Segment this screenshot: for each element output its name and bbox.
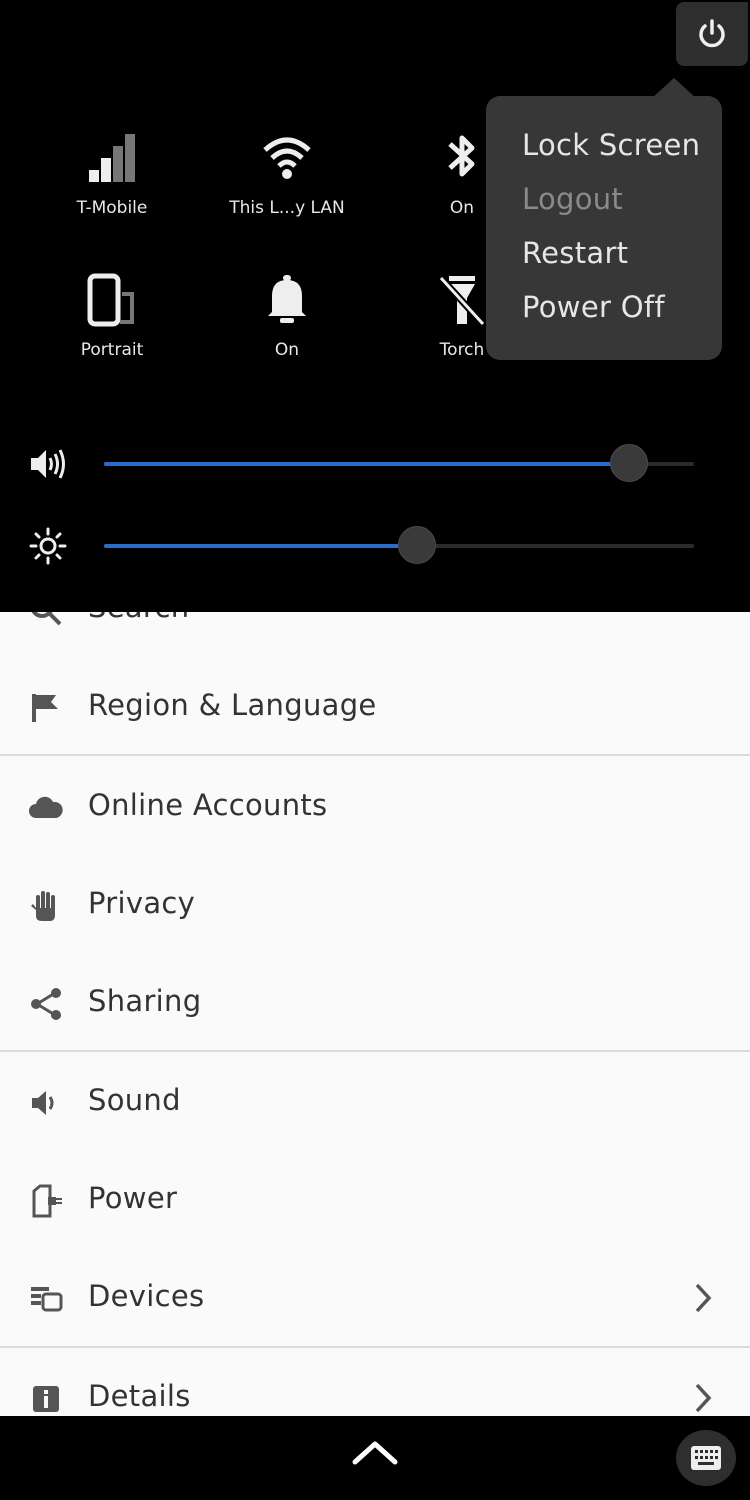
- chevron-right-icon: [695, 1383, 712, 1413]
- settings-item-label: Power: [88, 1181, 178, 1215]
- tile-cellular[interactable]: T-Mobile: [22, 130, 202, 250]
- volume-slider-fill: [104, 462, 629, 466]
- torch-icon: [438, 275, 486, 327]
- divider: [0, 1346, 750, 1348]
- power-menu: Lock Screen Logout Restart Power Off: [486, 96, 722, 360]
- power-icon: [699, 19, 725, 48]
- tile-label: Portrait: [80, 340, 144, 360]
- share-icon: [31, 988, 61, 1020]
- settings-item-label: Privacy: [88, 886, 196, 920]
- settings-item-region-language[interactable]: Region & Language: [0, 658, 750, 756]
- tile-wifi[interactable]: This L...y LAN: [197, 130, 377, 250]
- power-menu-arrow: [652, 78, 696, 98]
- settings-item-power[interactable]: Power: [0, 1151, 750, 1249]
- flag-icon: [32, 694, 58, 722]
- settings-item-sound[interactable]: Sound: [0, 1053, 750, 1151]
- volume-slider-handle[interactable]: [610, 444, 648, 482]
- settings-item-label: Devices: [88, 1279, 205, 1313]
- brightness-icon: [29, 527, 67, 565]
- settings-item-label: Online Accounts: [88, 788, 328, 822]
- settings-list: Search Region & Language Online Accounts…: [0, 580, 750, 1420]
- bell-icon: [268, 275, 306, 323]
- speaker-icon: [31, 449, 65, 479]
- top-panel: T-Mobile This L...y LAN On Portrait On T…: [0, 0, 750, 612]
- settings-item-sharing[interactable]: Sharing: [0, 954, 750, 1052]
- divider: [0, 754, 750, 756]
- bottom-bar: [0, 1416, 750, 1500]
- bluetooth-icon: [448, 135, 475, 177]
- speaker-icon: [32, 1091, 54, 1115]
- brightness-slider[interactable]: [104, 526, 694, 564]
- brightness-slider-fill: [104, 544, 417, 548]
- menu-item-power-off[interactable]: Power Off: [522, 290, 665, 324]
- settings-item-label: Details: [88, 1379, 191, 1413]
- menu-item-restart[interactable]: Restart: [522, 236, 628, 270]
- info-icon: [33, 1386, 59, 1412]
- chevron-right-icon: [695, 1283, 712, 1313]
- menu-item-lock-screen[interactable]: Lock Screen: [522, 128, 700, 162]
- settings-item-label: Sharing: [88, 984, 202, 1018]
- tile-notifications[interactable]: On: [197, 272, 377, 392]
- divider: [0, 1050, 750, 1052]
- settings-item-label: Sound: [88, 1083, 181, 1117]
- cellular-signal-icon: [89, 134, 135, 182]
- volume-slider[interactable]: [104, 444, 694, 482]
- devices-icon: [31, 1287, 63, 1312]
- cloud-icon: [29, 796, 63, 818]
- rotation-icon: [87, 273, 134, 327]
- menu-item-logout: Logout: [522, 182, 624, 216]
- keyboard-icon: [691, 1446, 721, 1470]
- chevron-up-icon[interactable]: [350, 1438, 400, 1468]
- power-plug-icon: [32, 1184, 62, 1218]
- power-button[interactable]: [676, 2, 748, 66]
- settings-item-privacy[interactable]: Privacy: [0, 856, 750, 954]
- tile-label: T-Mobile: [76, 198, 148, 218]
- settings-item-label: Region & Language: [88, 688, 377, 722]
- settings-item-devices[interactable]: Devices: [0, 1249, 750, 1347]
- settings-item-online-accounts[interactable]: Online Accounts: [0, 758, 750, 856]
- keyboard-button[interactable]: [676, 1430, 736, 1486]
- tile-label: On: [274, 340, 300, 360]
- hand-icon: [31, 891, 55, 921]
- brightness-slider-handle[interactable]: [398, 526, 436, 564]
- wifi-icon: [263, 137, 311, 179]
- tile-rotation[interactable]: Portrait: [22, 272, 202, 392]
- tile-label: This L...y LAN: [229, 198, 345, 218]
